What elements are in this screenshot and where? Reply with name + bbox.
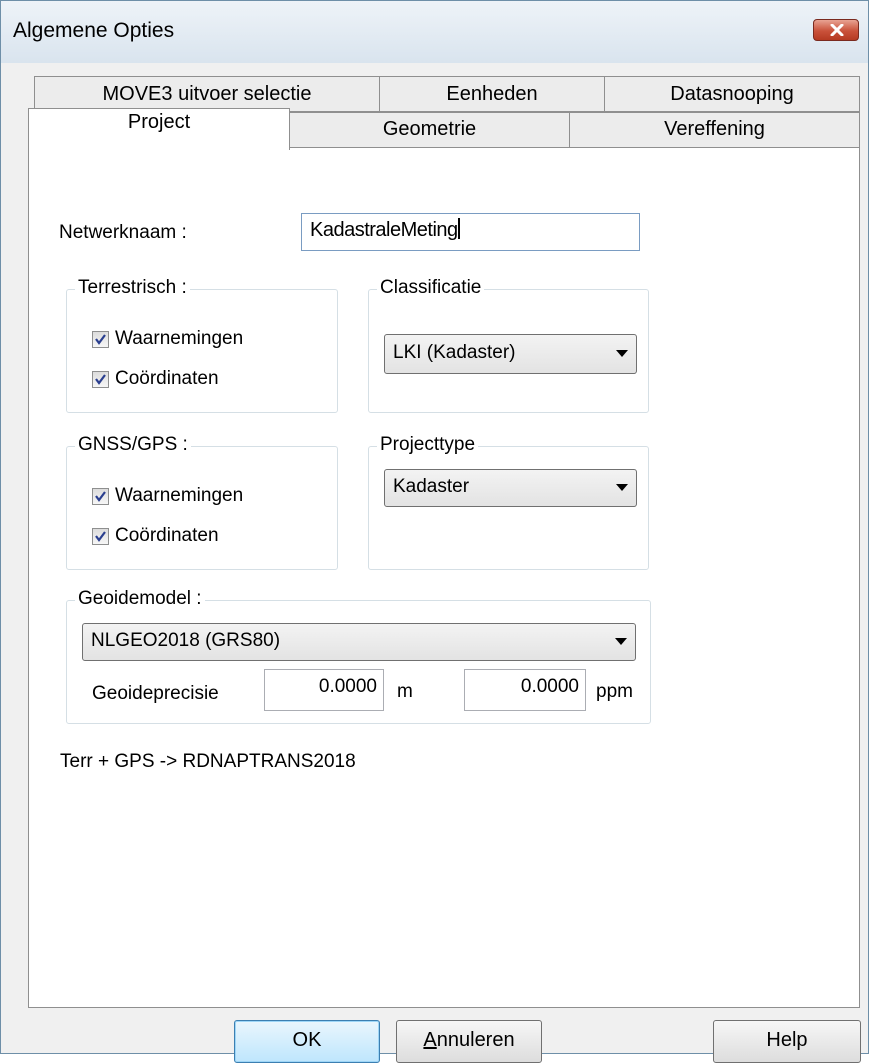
projecttype-select[interactable]: Kadaster bbox=[384, 469, 637, 507]
terr-coordinaten-checkbox[interactable] bbox=[92, 371, 109, 388]
classificatie-group: Classificatie LKI (Kadaster) bbox=[368, 277, 649, 413]
network-name-input[interactable]: KadastraleMeting bbox=[301, 213, 640, 251]
geoideprecisie-ppm-input[interactable]: 0.0000 bbox=[464, 669, 586, 711]
tab-label: Datasnooping bbox=[670, 83, 794, 105]
transform-note: Terr + GPS -> RDNAPTRANS2018 bbox=[60, 751, 356, 772]
tab-geometrie[interactable]: Geometrie bbox=[289, 112, 570, 150]
tab-label: Vereffening bbox=[664, 118, 765, 140]
terr-waarnemingen-checkbox[interactable] bbox=[92, 331, 109, 348]
close-icon bbox=[830, 24, 844, 36]
geoidemodel-select[interactable]: NLGEO2018 (GRS80) bbox=[82, 623, 636, 661]
geoideprecisie-m-input[interactable]: 0.0000 bbox=[264, 669, 384, 711]
gnss-waarnemingen-checkbox[interactable] bbox=[92, 488, 109, 505]
help-button[interactable]: Help bbox=[713, 1020, 861, 1063]
tab-label: Eenheden bbox=[446, 83, 538, 105]
tab-move3-uitvoer[interactable]: MOVE3 uitvoer selectie bbox=[34, 76, 380, 112]
geoideprecisie-ppm-value: 0.0000 bbox=[520, 676, 579, 697]
checkmark-icon bbox=[95, 491, 106, 502]
tab-datasnooping[interactable]: Datasnooping bbox=[604, 76, 860, 112]
gnss-waarnemingen-label: Waarnemingen bbox=[115, 485, 244, 506]
tab-eenheden[interactable]: Eenheden bbox=[379, 76, 605, 112]
geoideprecisie-label: Geoideprecisie bbox=[92, 683, 219, 704]
checkmark-icon bbox=[95, 334, 106, 345]
chevron-down-icon bbox=[615, 638, 627, 645]
gnss-group-label: GNSS/GPS : bbox=[75, 434, 191, 456]
terr-waarnemingen-label: Waarnemingen bbox=[115, 328, 244, 349]
terrestrisch-group-label: Terrestrisch : bbox=[75, 277, 190, 299]
gnss-group: GNSS/GPS : Waarnemingen Coördinaten bbox=[66, 434, 338, 570]
classificatie-group-label: Classificatie bbox=[377, 277, 485, 299]
text-caret bbox=[457, 218, 460, 239]
ok-button[interactable]: OK bbox=[234, 1020, 380, 1063]
project-tab-panel: Netwerknaam : KadastraleMeting Terrestri… bbox=[28, 147, 860, 1008]
gnss-coordinaten-label: Coördinaten bbox=[115, 525, 219, 546]
unit-m-label: m bbox=[397, 681, 413, 702]
terr-coordinaten-label: Coördinaten bbox=[115, 368, 219, 389]
projecttype-group: Projecttype Kadaster bbox=[368, 434, 649, 570]
geoidemodel-group-label: Geoidemodel : bbox=[75, 588, 205, 610]
terrestrisch-group: Terrestrisch : Waarnemingen Coördinaten bbox=[66, 277, 338, 413]
cancel-button-label: Annuleren bbox=[423, 1029, 515, 1051]
projecttype-group-label: Projecttype bbox=[377, 434, 479, 456]
tab-project[interactable]: Project bbox=[28, 108, 290, 150]
geoidemodel-value: NLGEO2018 (GRS80) bbox=[91, 630, 281, 651]
tab-label: Geometrie bbox=[382, 118, 477, 140]
classificatie-value: LKI (Kadaster) bbox=[393, 342, 516, 363]
help-button-label: Help bbox=[766, 1029, 808, 1051]
close-button[interactable] bbox=[813, 19, 859, 41]
tab-label: Project bbox=[127, 111, 191, 133]
title-bar[interactable]: Algemene Opties bbox=[1, 1, 868, 63]
checkmark-icon bbox=[95, 531, 106, 542]
chevron-down-icon bbox=[616, 484, 628, 491]
tab-label: MOVE3 uitvoer selectie bbox=[102, 83, 312, 105]
ok-button-label: OK bbox=[292, 1029, 322, 1051]
chevron-down-icon bbox=[616, 350, 628, 357]
tab-vereffening[interactable]: Vereffening bbox=[569, 112, 860, 150]
projecttype-value: Kadaster bbox=[393, 476, 470, 497]
options-dialog: Algemene Opties MOVE3 uitvoer selectie E… bbox=[0, 0, 869, 1063]
cancel-button[interactable]: Annuleren bbox=[396, 1020, 542, 1063]
network-name-value: KadastraleMeting bbox=[310, 218, 460, 241]
geoideprecisie-m-value: 0.0000 bbox=[318, 676, 377, 697]
unit-ppm-label: ppm bbox=[596, 681, 633, 702]
checkmark-icon bbox=[95, 374, 106, 385]
geoidemodel-group: Geoidemodel : NLGEO2018 (GRS80) Geoidepr… bbox=[66, 588, 651, 724]
classificatie-select[interactable]: LKI (Kadaster) bbox=[384, 334, 637, 374]
gnss-coordinaten-checkbox[interactable] bbox=[92, 528, 109, 545]
network-name-label: Netwerknaam : bbox=[59, 222, 187, 243]
window-title: Algemene Opties bbox=[13, 19, 175, 42]
